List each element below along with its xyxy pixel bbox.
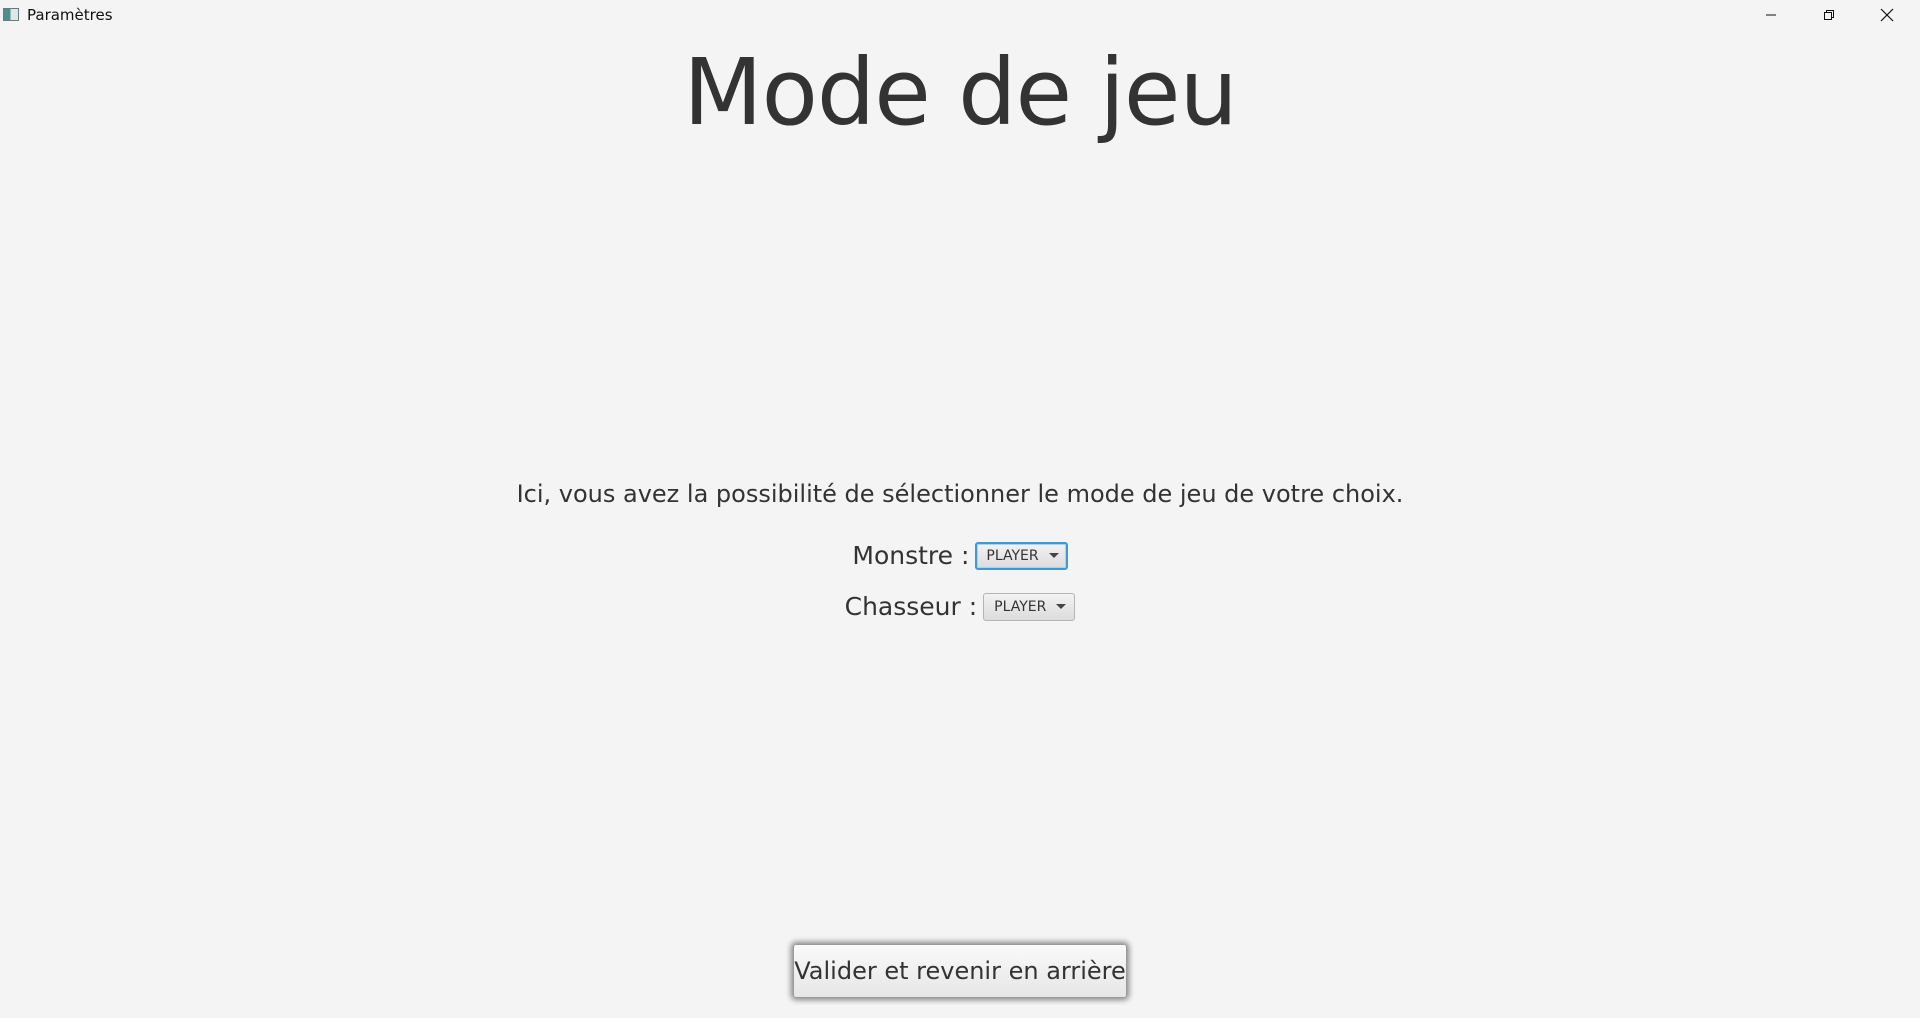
minimize-button[interactable]	[1742, 0, 1800, 30]
monstre-mode-select[interactable]: PLAYER	[975, 541, 1068, 570]
chasseur-mode-select[interactable]: PLAYER	[983, 592, 1076, 621]
chevron-down-icon	[1048, 553, 1059, 558]
window-title: Paramètres	[27, 6, 113, 24]
chasseur-label: Chasseur :	[844, 592, 978, 621]
description-text: Ici, vous avez la possibilité de sélecti…	[516, 480, 1404, 508]
restore-icon	[1824, 10, 1834, 20]
page-title: Mode de jeu	[683, 39, 1238, 146]
app-icon	[3, 8, 19, 21]
monstre-label: Monstre :	[852, 541, 970, 570]
restore-button[interactable]	[1800, 0, 1858, 30]
chasseur-selected-value: PLAYER	[994, 598, 1047, 615]
settings-window: Paramètres Mode de jeu Ici, vous avez la…	[0, 0, 1920, 1018]
title-bar[interactable]: Paramètres	[0, 0, 1920, 30]
close-icon	[1880, 8, 1894, 22]
chasseur-row: Chasseur : PLAYER	[0, 592, 1920, 621]
monstre-selected-value: PLAYER	[986, 547, 1039, 564]
close-button[interactable]	[1858, 0, 1916, 30]
validate-back-button[interactable]: Valider et revenir en arrière	[793, 944, 1127, 998]
chevron-down-icon	[1056, 604, 1067, 609]
monstre-row: Monstre : PLAYER	[0, 541, 1920, 570]
minimize-icon	[1766, 14, 1776, 16]
